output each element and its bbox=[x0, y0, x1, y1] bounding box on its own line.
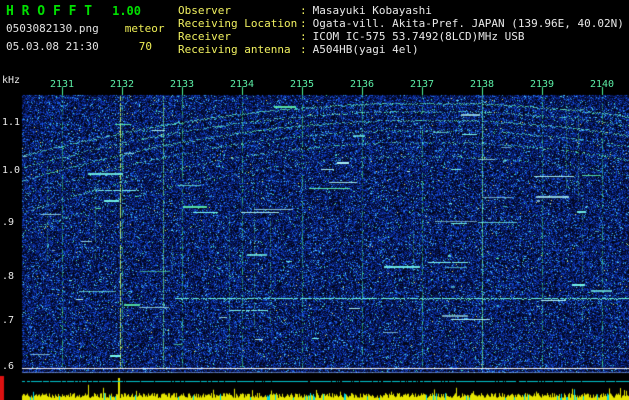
x-tick-label: 2133 bbox=[169, 79, 195, 90]
station-label: Receiving Location bbox=[178, 17, 298, 30]
station-row-observer: Observer: Masayuki Kobayashi bbox=[178, 4, 624, 17]
station-row-antenna: Receiving antenna: A504HB(yagi 4el) bbox=[178, 43, 624, 56]
station-label: Receiving antenna bbox=[178, 43, 291, 56]
y-tick-label: 1.0 bbox=[2, 165, 21, 176]
station-label: Receiver bbox=[178, 30, 231, 43]
station-value: Ogata-vill. Akita-Pref. JAPAN (139.96E, … bbox=[312, 17, 624, 30]
x-tick-label: 2140 bbox=[589, 79, 615, 90]
station-row-receiver: Receiver: ICOM IC-575 53.7492(8LCD)MHz US… bbox=[178, 30, 624, 43]
y-tick-label: .9 bbox=[2, 217, 15, 228]
y-tick-label: 1.1 bbox=[2, 117, 21, 128]
x-tick-label: 2137 bbox=[409, 79, 435, 90]
separator: : bbox=[300, 30, 307, 43]
station-label: Observer bbox=[178, 4, 231, 17]
x-tick-label: 2136 bbox=[349, 79, 375, 90]
app-version: 1.00 bbox=[112, 4, 141, 18]
separator: : bbox=[300, 4, 307, 17]
date-row: 05.03.08 21:30 70 bbox=[6, 40, 164, 53]
x-tick-label: 2134 bbox=[229, 79, 255, 90]
separator: : bbox=[300, 17, 307, 30]
x-tick-label: 2132 bbox=[109, 79, 135, 90]
separator: : bbox=[300, 43, 307, 56]
station-value: ICOM IC-575 53.7492(8LCD)MHz USB bbox=[312, 30, 525, 43]
file-row: 0503082130.png meteor bbox=[6, 22, 164, 37]
x-tick-label: 2131 bbox=[49, 79, 75, 90]
header-left: H R O F F T 1.00 0503082130.png meteor 05.… bbox=[6, 4, 164, 53]
x-tick-label: 2139 bbox=[529, 79, 555, 90]
datetime-label: 05.03.08 21:30 bbox=[6, 40, 99, 53]
y-axis-unit: kHz bbox=[2, 75, 21, 86]
app-title: H R O F F T bbox=[6, 4, 93, 19]
mode-label: meteor bbox=[124, 22, 165, 35]
title-row: H R O F F T 1.00 bbox=[6, 4, 164, 19]
station-value: A504HB(yagi 4el) bbox=[312, 43, 419, 56]
station-value: Masayuki Kobayashi bbox=[312, 4, 432, 17]
echo-count: 70 bbox=[138, 40, 152, 53]
y-tick-label: .6 bbox=[2, 361, 15, 372]
x-tick-label: 2135 bbox=[289, 79, 315, 90]
x-tick-label: 2138 bbox=[469, 79, 495, 90]
station-info: Observer: Masayuki Kobayashi Receiving Lo… bbox=[178, 4, 624, 56]
y-tick-label: .8 bbox=[2, 271, 15, 282]
station-row-location: Receiving Location: Ogata-vill. Akita-Pre… bbox=[178, 17, 624, 30]
y-tick-label: .7 bbox=[2, 315, 15, 326]
hrofft-screen: H R O F F T 1.00 0503082130.png meteor 05.… bbox=[0, 0, 629, 400]
output-filename: 0503082130.png bbox=[6, 22, 99, 35]
spectrogram-canvas bbox=[0, 75, 629, 400]
